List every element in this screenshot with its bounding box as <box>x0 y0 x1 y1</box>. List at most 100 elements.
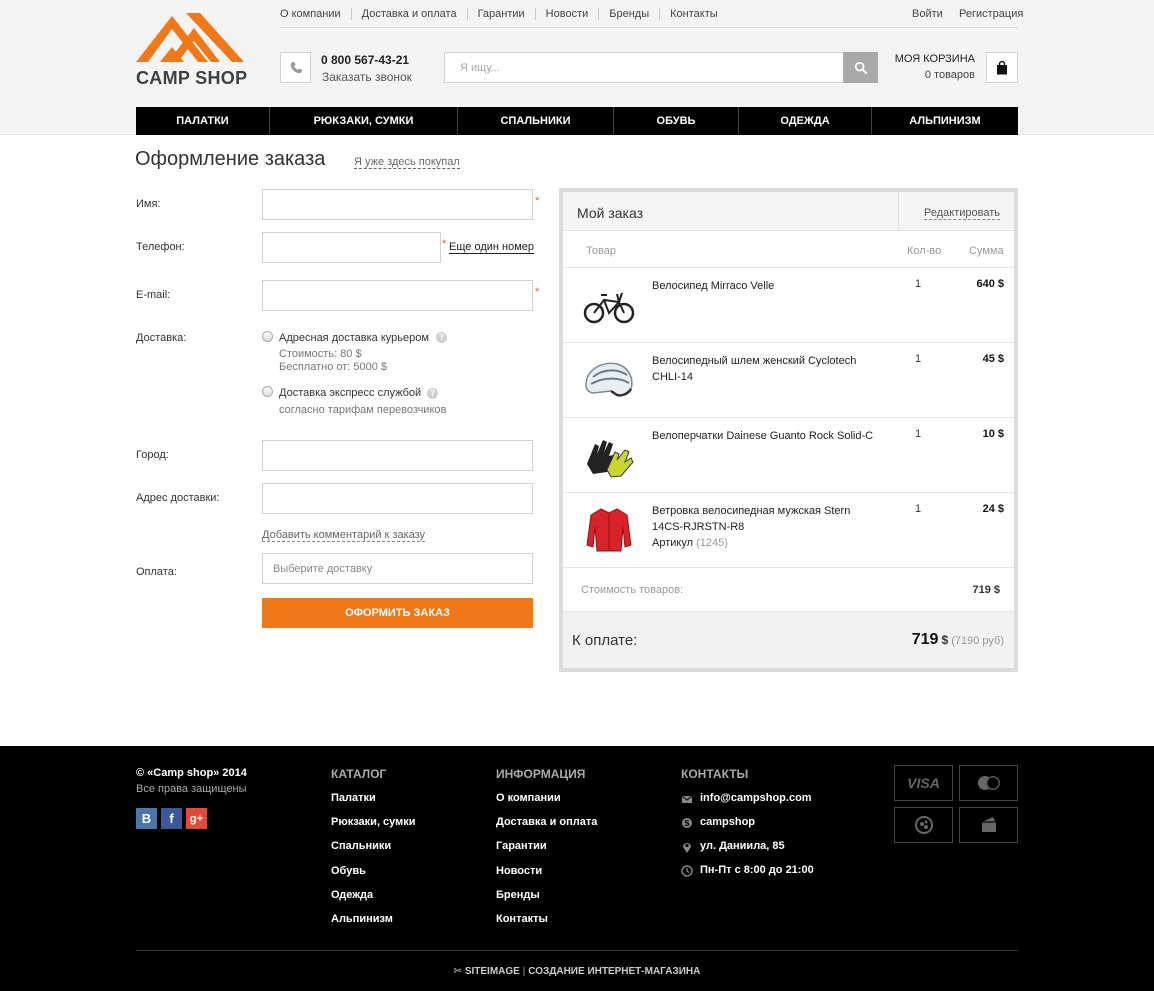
login-link[interactable]: Войти <box>912 8 943 20</box>
scissors-icon: ✂ <box>453 966 463 977</box>
gloves-icon[interactable] <box>581 430 637 480</box>
item-name[interactable]: Ветровка велосипедная мужская Stern 14CS… <box>652 503 882 551</box>
nav-backpacks[interactable]: РЮКЗАКИ, СУМКИ <box>270 107 458 135</box>
contact-address: ул. Даниила, 85 <box>700 840 785 852</box>
phone-number[interactable]: 0 800 567-43-21 <box>321 53 409 67</box>
nav-clothes[interactable]: ОДЕЖДА <box>739 107 872 135</box>
wallet-logo <box>981 817 996 832</box>
nav-climbing[interactable]: АЛЬПИНИЗМ <box>872 107 1018 135</box>
item-name[interactable]: Велосипед Mirraco Velle <box>652 278 882 294</box>
item-qty: 1 <box>915 353 922 365</box>
top-link-brands[interactable]: Бренды <box>598 8 659 20</box>
name-label: Имя: <box>136 198 161 210</box>
payment-select[interactable] <box>262 553 533 584</box>
subtotal-row: Стоимость товаров: 719 $ <box>563 567 1014 611</box>
address-field[interactable] <box>262 483 533 514</box>
footer-catalog-link[interactable]: Рюкзаки, сумки <box>331 816 416 828</box>
total-label: К оплате: <box>572 632 638 649</box>
article-label: Артикул <box>652 537 694 549</box>
delivery-courier-radio[interactable] <box>262 331 273 342</box>
email-field[interactable] <box>262 280 533 311</box>
item-sum: 640 $ <box>976 278 1004 290</box>
footer-info-link[interactable]: Бренды <box>496 889 540 901</box>
top-nav: О компании Доставка и оплата Гарантии Но… <box>280 8 728 20</box>
footer-catalog-link[interactable]: Обувь <box>331 865 366 877</box>
phone-icon <box>290 61 302 73</box>
location-icon <box>683 843 691 853</box>
submit-order-button[interactable]: ОФОРМИТЬ ЗАКАЗ <box>262 598 533 628</box>
credit-text[interactable]: СОЗДАНИЕ ИНТЕРНЕТ-МАГАЗИНА <box>528 966 700 977</box>
info-heading: ИНФОРМАЦИЯ <box>496 767 586 781</box>
item-name[interactable]: Велосипедный шлем женский Cyclotech CHLI… <box>652 353 882 385</box>
footer-info-link[interactable]: Новости <box>496 865 542 877</box>
logo-text: CAMP SHOP <box>136 68 248 88</box>
mastercard-icon <box>959 765 1018 801</box>
already-bought-link[interactable]: Я уже здесь покупал <box>354 156 460 169</box>
top-link-contacts[interactable]: Контакты <box>659 8 728 20</box>
footer-info-link[interactable]: Контакты <box>496 913 548 925</box>
footer-catalog-link[interactable]: Одежда <box>331 889 373 901</box>
search-icon <box>854 61 867 74</box>
top-link-about[interactable]: О компании <box>280 8 351 20</box>
help-icon[interactable]: ? <box>436 332 447 343</box>
delivery-label: Доставка: <box>136 332 187 344</box>
register-link[interactable]: Регистрация <box>959 8 1023 20</box>
contact-skype[interactable]: campshop <box>700 816 755 828</box>
nav-sleeping-bags[interactable]: СПАЛЬНИКИ <box>458 107 614 135</box>
footer-catalog-link[interactable]: Палатки <box>331 792 376 804</box>
search-input[interactable] <box>444 52 844 83</box>
cart-count: 0 товаров <box>924 69 975 81</box>
name-field[interactable] <box>262 189 533 220</box>
delivery-courier-cost: Стоимость: 80 $ <box>279 348 362 360</box>
footer-catalog-link[interactable]: Альпинизм <box>331 913 393 925</box>
item-title: Ветровка велосипедная мужская Stern 14CS… <box>652 505 851 533</box>
callback-link[interactable]: Заказать звонок <box>322 70 412 84</box>
helmet-icon[interactable] <box>581 355 637 405</box>
item-qty: 1 <box>915 428 922 440</box>
jacket-icon[interactable] <box>581 505 637 555</box>
copyright: © «Camp shop» 2014 <box>136 767 247 779</box>
required-mark: * <box>535 195 540 207</box>
webmoney-logo <box>914 816 933 834</box>
credit-brand[interactable]: SITEIMAGE <box>465 966 520 977</box>
vk-icon[interactable]: B <box>136 808 157 829</box>
edit-order-link[interactable]: Редактировать <box>924 207 1000 220</box>
google-plus-icon[interactable]: g+ <box>186 808 207 829</box>
wallet-icon <box>959 807 1018 843</box>
top-link-warranty[interactable]: Гарантии <box>466 8 535 20</box>
item-article: Артикул (1245) <box>652 535 882 551</box>
add-comment-link[interactable]: Добавить комментарий к заказу <box>262 529 426 542</box>
delivery-express-radio[interactable] <box>262 386 273 397</box>
cart-button[interactable] <box>986 52 1018 83</box>
column-header-qty: Кол-во <box>907 245 942 257</box>
bicycle-icon[interactable] <box>581 280 637 330</box>
footer-info-link[interactable]: О компании <box>496 792 561 804</box>
delivery-express-label[interactable]: Доставка экспресс службой <box>279 387 421 399</box>
top-link-delivery[interactable]: Доставка и оплата <box>350 8 467 20</box>
footer-info-link[interactable]: Доставка и оплата <box>496 816 597 828</box>
city-field[interactable] <box>262 440 533 471</box>
footer-catalog-link[interactable]: Спальники <box>331 840 391 852</box>
nav-shoes[interactable]: ОБУВЬ <box>614 107 739 135</box>
top-link-news[interactable]: Новости <box>534 8 599 20</box>
item-name[interactable]: Велоперчатки Dainese Guanto Rock Solid-C <box>652 428 882 444</box>
total-currency: $ <box>941 633 949 647</box>
mastercard-logo <box>977 776 1000 790</box>
phone-field[interactable] <box>262 232 441 263</box>
order-summary: Мой заказ Редактировать Товар Кол-во Сум… <box>559 188 1018 672</box>
search-button[interactable] <box>843 52 878 83</box>
footer-info-link[interactable]: Гарантии <box>496 840 547 852</box>
city-label: Город: <box>136 449 169 461</box>
phone-button[interactable] <box>280 52 311 83</box>
help-icon[interactable]: ? <box>427 388 438 399</box>
required-mark: * <box>442 238 447 250</box>
cart-title[interactable]: МОЯ КОРЗИНА <box>880 53 975 65</box>
facebook-icon[interactable]: f <box>161 808 182 829</box>
contact-email[interactable]: info@campshop.com <box>700 792 812 804</box>
nav-tents[interactable]: ПАЛАТКИ <box>136 107 270 135</box>
total-row: К оплате: 719 $ (7190 руб) <box>563 611 1014 668</box>
shopping-bag-icon <box>997 60 1007 74</box>
another-number-link[interactable]: Еще один номер <box>449 241 534 254</box>
delivery-courier-label[interactable]: Адресная доставка курьером <box>279 332 429 344</box>
footer: © «Camp shop» 2014 Все права защищены B … <box>0 746 1154 991</box>
